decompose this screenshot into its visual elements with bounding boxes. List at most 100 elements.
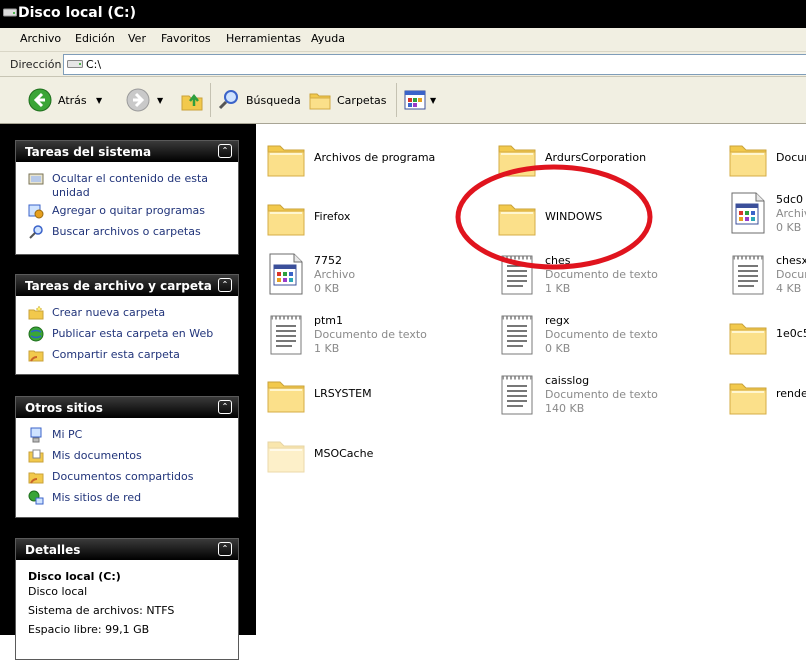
folder-icon bbox=[726, 374, 770, 418]
task-label: Agregar o quitar programas bbox=[52, 204, 206, 217]
address-label: Dirección bbox=[10, 58, 62, 71]
shared-documents-icon bbox=[28, 472, 44, 484]
file-caisslog[interactable]: caisslog Documento de texto 140 KB bbox=[495, 372, 715, 420]
text-document-icon bbox=[726, 252, 770, 296]
item-size: 4 KB bbox=[776, 282, 802, 295]
item-type: Documento de texto bbox=[314, 328, 427, 341]
file-icon bbox=[264, 252, 308, 296]
views-icon bbox=[404, 90, 426, 110]
menu-ver[interactable]: Ver bbox=[128, 32, 146, 45]
address-input[interactable]: C:\ bbox=[63, 54, 806, 75]
my-computer-icon bbox=[30, 427, 42, 443]
views-button[interactable]: ▼ bbox=[403, 87, 439, 113]
hidden-folder-icon bbox=[264, 432, 308, 476]
detail-drive-name: Disco local (C:) bbox=[28, 570, 121, 583]
collapse-chevron-icon[interactable]: ⌃ bbox=[218, 542, 232, 556]
search-button[interactable]: Búsqueda bbox=[217, 87, 301, 113]
menu-archivo[interactable]: Archivo bbox=[20, 32, 61, 45]
forward-arrow-icon bbox=[126, 88, 150, 112]
folder-archivos-de-programa[interactable]: Archivos de programa bbox=[264, 136, 484, 184]
panel-title: Tareas de archivo y carpeta bbox=[25, 279, 212, 293]
item-size: 0 KB bbox=[314, 282, 340, 295]
panel-details: Detalles ⌃ Disco local (C:) Disco local … bbox=[15, 538, 239, 660]
menu-ayuda[interactable]: Ayuda bbox=[311, 32, 345, 45]
collapse-chevron-icon[interactable]: ⌃ bbox=[218, 400, 232, 414]
publish-web-icon bbox=[28, 326, 44, 342]
chevron-down-icon[interactable]: ▼ bbox=[157, 96, 163, 105]
folder-msocache[interactable]: MSOCache bbox=[264, 432, 484, 480]
text-document-icon bbox=[495, 372, 539, 416]
search-label: Búsqueda bbox=[246, 94, 301, 107]
folder-icon bbox=[726, 314, 770, 358]
drive-icon bbox=[67, 60, 83, 68]
folders-button[interactable]: Carpetas bbox=[308, 87, 388, 113]
toolbar-separator bbox=[210, 83, 211, 117]
folders-label: Carpetas bbox=[337, 94, 387, 107]
item-name: 5dc0 bbox=[776, 193, 804, 206]
panel-body: Mi PC Mis documentos Documentos comparti… bbox=[15, 418, 239, 518]
item-size: 0 KB bbox=[545, 342, 571, 355]
folder-firefox[interactable]: Firefox bbox=[264, 195, 484, 243]
toolbar: Atrás ▼ ▼ Búsqueda Carpetas ▼ bbox=[0, 77, 806, 124]
title-bar: Disco local (C:) bbox=[0, 0, 806, 28]
text-document-icon bbox=[495, 312, 539, 356]
network-places-icon bbox=[28, 490, 44, 505]
detail-drive-type: Disco local bbox=[28, 585, 88, 598]
item-name: MSOCache bbox=[314, 447, 374, 460]
panel-title: Tareas del sistema bbox=[25, 145, 152, 159]
item-name: Archivos de programa bbox=[314, 151, 436, 164]
folder-rende[interactable]: rende bbox=[726, 374, 806, 422]
chevron-down-icon: ▼ bbox=[430, 96, 437, 105]
collapse-chevron-icon[interactable]: ⌃ bbox=[218, 278, 232, 292]
collapse-chevron-icon[interactable]: ⌃ bbox=[218, 144, 232, 158]
panel-header[interactable]: Otros sitios ⌃ bbox=[15, 396, 239, 418]
file-ptm1[interactable]: ptm1 Documento de texto 1 KB bbox=[264, 312, 484, 360]
add-remove-programs-icon bbox=[28, 204, 44, 219]
panel-header[interactable]: Detalles ⌃ bbox=[15, 538, 239, 560]
item-type: Documento de texto bbox=[545, 388, 658, 401]
menu-edicion[interactable]: Edición bbox=[75, 32, 115, 45]
panel-body: Crear nueva carpeta Publicar esta carpet… bbox=[15, 296, 239, 375]
item-name: regx bbox=[545, 314, 570, 327]
item-name: Firefox bbox=[314, 210, 351, 223]
file-chesx[interactable]: chesx Docum 4 KB bbox=[726, 252, 806, 300]
menu-herramientas[interactable]: Herramientas bbox=[226, 32, 301, 45]
item-name: chesx bbox=[776, 254, 806, 267]
panel-header[interactable]: Tareas de archivo y carpeta ⌃ bbox=[15, 274, 239, 296]
panel-body: Ocultar el contenido de esta unidad Agre… bbox=[15, 162, 239, 255]
folder-icon bbox=[264, 136, 308, 180]
task-label: Compartir esta carpeta bbox=[52, 348, 180, 361]
annotation-circle bbox=[455, 164, 653, 270]
item-type: Documento de texto bbox=[545, 328, 658, 341]
file-regx[interactable]: regx Documento de texto 0 KB bbox=[495, 312, 715, 360]
toolbar-separator bbox=[396, 83, 397, 117]
task-label: Crear nueva carpeta bbox=[52, 306, 166, 319]
folder-lrsystem[interactable]: LRSYSTEM bbox=[264, 372, 484, 420]
place-label: Mis sitios de red bbox=[52, 491, 142, 504]
file-7752[interactable]: 7752 Archivo 0 KB bbox=[264, 252, 484, 300]
panel-system-tasks: Tareas del sistema ⌃ Ocultar el contenid… bbox=[15, 140, 239, 255]
search-icon bbox=[29, 225, 43, 239]
up-folder-icon[interactable] bbox=[180, 88, 204, 112]
back-button[interactable]: Atrás ▼ bbox=[28, 87, 108, 113]
place-label: Documentos compartidos bbox=[52, 470, 194, 483]
item-type: Docum bbox=[776, 268, 806, 281]
item-size: 0 KB bbox=[776, 221, 802, 234]
file-5dc0[interactable]: 5dc0 Archiv 0 KB bbox=[726, 191, 806, 239]
share-folder-icon bbox=[28, 350, 44, 362]
folder-documents[interactable]: Docum bbox=[726, 136, 806, 184]
folder-icon bbox=[264, 372, 308, 416]
panel-title: Detalles bbox=[25, 543, 81, 557]
drive-icon bbox=[3, 8, 17, 17]
my-documents-icon bbox=[28, 449, 44, 463]
new-folder-icon bbox=[28, 305, 44, 320]
chevron-down-icon[interactable]: ▼ bbox=[96, 96, 102, 105]
place-label: Mi PC bbox=[52, 428, 83, 441]
forward-button[interactable] bbox=[126, 87, 152, 113]
detail-file-system: Sistema de archivos: NTFS bbox=[28, 604, 175, 617]
menu-favoritos[interactable]: Favoritos bbox=[161, 32, 211, 45]
task-label: Ocultar el contenido de esta bbox=[52, 172, 208, 185]
panel-header[interactable]: Tareas del sistema ⌃ bbox=[15, 140, 239, 162]
folder-1e0c5[interactable]: 1e0c5 bbox=[726, 314, 806, 362]
back-label: Atrás bbox=[58, 94, 87, 107]
